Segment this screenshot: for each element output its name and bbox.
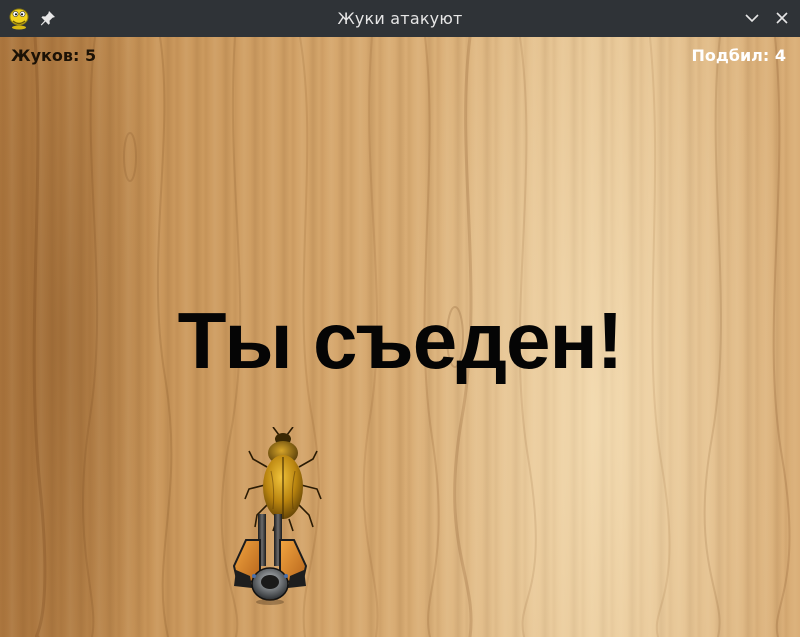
pygame-snake-icon[interactable] [7,6,31,30]
game-over-message: Ты съеден! [177,296,624,385]
cannon-sprite [232,514,308,605]
close-button[interactable] [773,9,791,27]
bugs-counter: Жуков: 5 [11,46,97,65]
game-canvas[interactable]: Жуков: 5 Подбил: 4 Ты съеден! [0,37,800,637]
hits-counter: Подбил: 4 [691,46,786,65]
minimize-button[interactable] [743,9,761,27]
pin-icon[interactable] [40,10,56,26]
window-titlebar: Жуки атакуют [0,0,800,37]
window-title: Жуки атакуют [337,9,463,28]
